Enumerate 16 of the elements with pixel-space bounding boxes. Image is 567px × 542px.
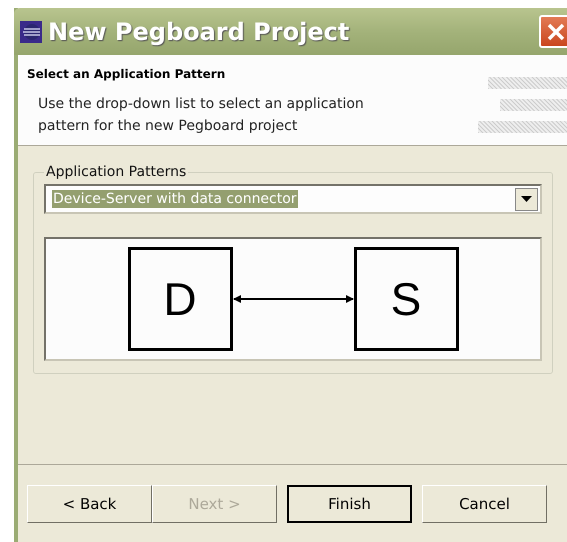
window-title: New Pegboard Project (48, 18, 350, 46)
wizard-button[interactable]: Finish (287, 485, 412, 523)
app-logo-icon (20, 20, 42, 42)
wizard-button[interactable]: Cancel (422, 485, 547, 523)
hatch-pattern (500, 99, 567, 111)
diagram-node: S (354, 247, 458, 351)
diagram-node: D (128, 247, 232, 351)
group-label: Application Patterns (45, 164, 188, 180)
page-description: Use the drop-down list to select an application pattern for the new Pegboard project (37, 95, 365, 136)
close-icon (546, 22, 566, 42)
wizard-button[interactable]: < Back (27, 485, 152, 523)
dropdown-value: Device-Server with data connector (52, 190, 298, 208)
page-title: Select an Application Pattern (27, 67, 226, 81)
caret-icon (521, 196, 532, 202)
dropdown-button[interactable] (515, 188, 538, 210)
close-button[interactable] (539, 15, 567, 48)
